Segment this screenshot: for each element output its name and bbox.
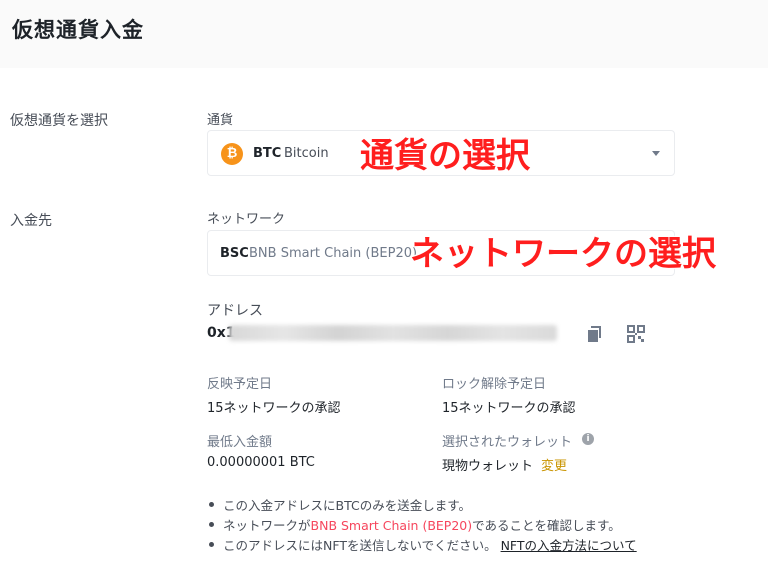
bullet-icon: [209, 502, 214, 507]
info-icon[interactable]: i: [582, 433, 594, 445]
currency-name: Bitcoin: [284, 146, 329, 161]
note-text: このアドレスにはNFTを送信しないでください。: [223, 538, 497, 553]
note-item: このアドレスにはNFTを送信しないでください。 NFTの入金方法について: [207, 535, 727, 555]
chevron-down-icon: [652, 151, 660, 156]
qr-code-icon[interactable]: [627, 325, 645, 343]
note-item: この入金アドレスにBTCのみを送金します。: [207, 495, 727, 515]
note-network-highlight: BNB Smart Chain (BEP20): [310, 518, 473, 533]
address-label: アドレス: [207, 303, 263, 319]
nft-deposit-guide-link[interactable]: NFTの入金方法について: [501, 538, 637, 553]
note-text: この入金アドレスにBTCのみを送金します。: [223, 498, 471, 513]
network-name: BNB Smart Chain (BEP20): [249, 246, 418, 261]
currency-symbol: BTC: [253, 146, 282, 161]
section-label-select-crypto: 仮想通貨を選択: [10, 113, 108, 129]
copy-icon[interactable]: [584, 325, 602, 343]
bullet-icon: [209, 542, 214, 547]
note-item: ネットワークがBNB Smart Chain (BEP20)であることを確認しま…: [207, 515, 727, 535]
note-text: ネットワークが: [223, 518, 311, 533]
unlock-label: ロック解除予定日: [442, 377, 547, 392]
bullet-icon: [209, 522, 214, 527]
currency-label: 通貨: [207, 113, 234, 128]
section-label-deposit-to: 入金先: [10, 213, 52, 229]
network-label: ネットワーク: [207, 212, 286, 227]
credited-label: 反映予定日: [207, 377, 273, 392]
annotation-network-select: ネットワークの選択: [410, 234, 716, 274]
change-wallet-link[interactable]: 変更: [541, 455, 567, 474]
note-text: であることを確認します。: [472, 518, 621, 533]
min-deposit-value: 0.00000001 BTC: [207, 455, 315, 470]
bitcoin-icon: ₿: [221, 143, 243, 165]
min-deposit-label: 最低入金額: [207, 435, 273, 450]
page-title: 仮想通貨入金: [12, 18, 144, 42]
selected-wallet-label: 選択されたウォレット: [442, 435, 573, 450]
page-header: 仮想通貨入金: [0, 0, 768, 68]
selected-wallet-value: 現物ウォレット: [442, 459, 534, 474]
deposit-notes: この入金アドレスにBTCのみを送金します。 ネットワークがBNB Smart C…: [207, 495, 727, 555]
unlock-value: 15ネットワークの承認: [442, 401, 576, 416]
address-value-redacted: [229, 325, 557, 341]
network-symbol: BSC: [220, 246, 249, 261]
annotation-currency-select: 通貨の選択: [360, 136, 530, 176]
credited-value: 15ネットワークの承認: [207, 401, 341, 416]
